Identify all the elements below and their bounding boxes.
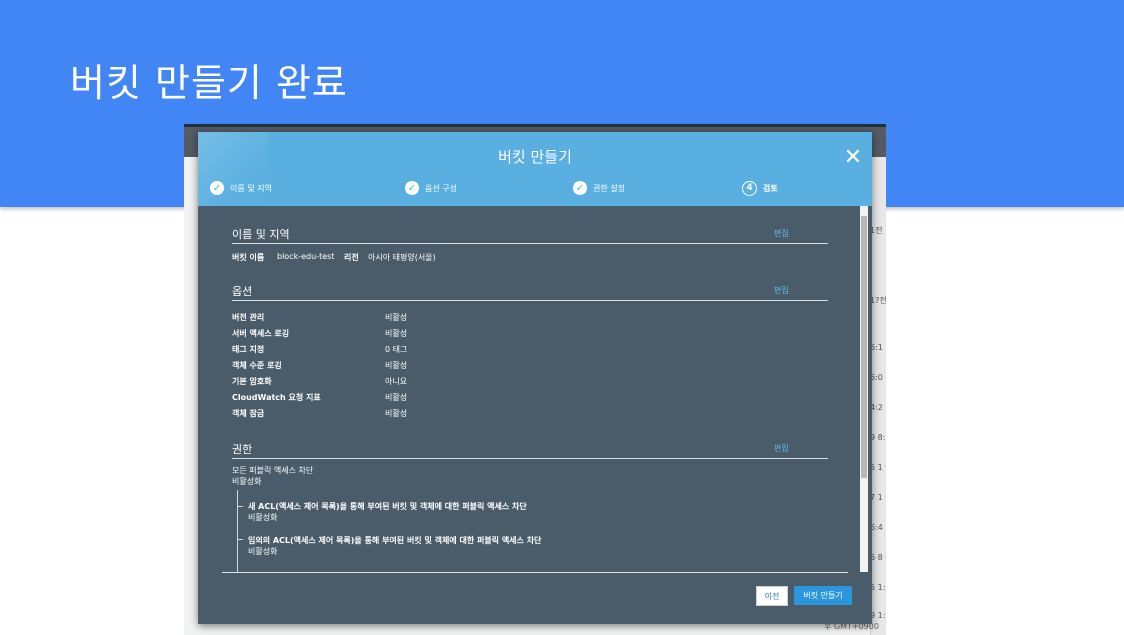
region-label: 리전 xyxy=(344,253,359,262)
tree-branch xyxy=(237,539,243,540)
step-review[interactable]: 4 검토 xyxy=(742,180,778,196)
option-value: 비활성 xyxy=(385,361,408,370)
option-value: 비활성 xyxy=(385,409,408,418)
option-value: 0 태그 xyxy=(385,345,408,354)
bg-timestamp: 5 1: xyxy=(870,583,886,592)
option-label: 객체 수준 로깅 xyxy=(232,361,282,370)
check-icon: ✓ xyxy=(573,181,587,195)
check-icon: ✓ xyxy=(405,181,419,195)
create-bucket-modal: 버킷 만들기 ✕ ✓ 이름 및 지역 ✓ 옵션 구성 ✓ 권한 설정 4 검토 … xyxy=(198,132,872,624)
step-label: 검토 xyxy=(763,183,778,193)
step-label: 이름 및 지역 xyxy=(230,183,272,193)
step-label: 옵션 구성 xyxy=(425,183,457,193)
tree-branch xyxy=(237,506,243,507)
modal-footer: 이전 버킷 만들기 xyxy=(198,572,872,624)
edit-options-link[interactable]: 편집 xyxy=(774,285,789,296)
tree-line xyxy=(237,490,238,572)
option-value: 아니요 xyxy=(385,377,408,386)
step-permissions[interactable]: ✓ 권한 설정 xyxy=(573,180,625,196)
create-bucket-button[interactable]: 버킷 만들기 xyxy=(794,586,852,605)
section-title-name-region: 이름 및 지역 xyxy=(232,228,290,241)
bg-timestamp: 9 1: xyxy=(870,611,886,620)
option-value: 비활성 xyxy=(385,329,408,338)
section-title-options: 옵션 xyxy=(232,285,253,298)
close-icon[interactable]: ✕ xyxy=(843,147,863,169)
bucket-name-value: block-edu-test xyxy=(277,252,335,261)
edit-permissions-link[interactable]: 편집 xyxy=(774,443,789,454)
permission-item-value: 비활성화 xyxy=(248,547,278,556)
scrollbar-thumb[interactable] xyxy=(861,216,867,478)
bg-timestamp: 9 8: xyxy=(870,433,886,442)
all-public-access-label: 모든 퍼블릭 액세스 차단 xyxy=(232,466,314,475)
bg-timestamp: 5 1 900 xyxy=(870,463,886,472)
permission-item-value: 비활성화 xyxy=(248,513,278,522)
step-label: 권한 설정 xyxy=(593,183,625,193)
option-label: 기본 암호화 xyxy=(232,377,272,386)
edit-name-region-link[interactable]: 편집 xyxy=(774,228,789,239)
option-value: 비활성 xyxy=(385,393,408,402)
modal-header: 버킷 만들기 ✕ ✓ 이름 및 지역 ✓ 옵션 구성 ✓ 권한 설정 4 검토 xyxy=(198,132,872,206)
option-label: 서버 액세스 로깅 xyxy=(232,329,290,338)
option-label: 버전 관리 xyxy=(232,313,265,322)
region-value: 아시아 태평양(서울) xyxy=(368,253,436,262)
option-label: 태그 지정 xyxy=(232,345,265,354)
bucket-name-label: 버킷 이름 xyxy=(232,253,265,262)
divider xyxy=(232,243,828,244)
step-name-region[interactable]: ✓ 이름 및 지역 xyxy=(210,180,272,196)
permission-item-label: 임의의 ACL(액세스 제어 목록)을 통해 부여된 버킷 및 객체에 대한 퍼… xyxy=(248,536,542,545)
divider xyxy=(232,300,828,301)
section-title-permissions: 권한 xyxy=(232,443,253,456)
permission-item-label: 새 ACL(액세스 제어 목록)을 통해 부여된 버킷 및 객체에 대한 퍼블릭… xyxy=(248,502,527,511)
divider xyxy=(232,458,828,459)
option-label: CloudWatch 요청 지표 xyxy=(232,393,321,402)
previous-button[interactable]: 이전 xyxy=(756,586,788,606)
all-public-access-value: 비활성화 xyxy=(232,477,262,486)
slide-title: 버킷 만들기 완료 xyxy=(70,61,348,105)
check-icon: ✓ xyxy=(210,181,224,195)
option-label: 객체 잠금 xyxy=(232,409,265,418)
divider xyxy=(222,572,848,573)
step-options[interactable]: ✓ 옵션 구성 xyxy=(405,180,457,196)
bg-timestamp: 7 1 900 xyxy=(870,493,886,502)
modal-title: 버킷 만들기 xyxy=(498,148,572,166)
option-value: 비활성 xyxy=(385,313,408,322)
bg-timestamp: 1?전 xyxy=(870,296,886,305)
modal-body: 이름 및 지역 편집 버킷 이름 block-edu-test 리전 아시아 태… xyxy=(198,206,872,572)
bg-timestamp: 6 8 00 xyxy=(870,553,886,562)
step-number: 4 xyxy=(742,180,757,196)
